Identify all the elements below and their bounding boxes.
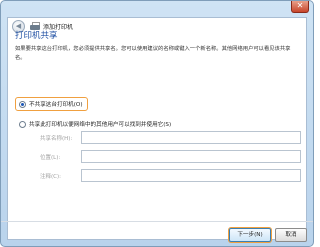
close-icon: ✕ [296, 1, 304, 10]
location-label: 位置(L): [40, 155, 61, 161]
next-button[interactable]: 下一步(N) [229, 228, 271, 242]
comment-input[interactable] [81, 169, 301, 182]
share-option[interactable]: 共享此打印机以便网络中的其他用户可以找到并使用它(S) [19, 120, 171, 128]
location-input[interactable] [81, 150, 301, 163]
page-title: 打印机共享 [15, 31, 58, 41]
close-button[interactable]: ✕ [291, 1, 309, 13]
no-share-radio[interactable] [19, 100, 26, 108]
no-share-label: 不共享这台打印机(O) [29, 102, 83, 108]
share-radio[interactable] [19, 120, 26, 128]
share-name-input[interactable] [81, 131, 301, 144]
footer-divider [1, 221, 313, 222]
title-bar: ✕ [1, 1, 313, 17]
comment-label: 注释(C): [40, 174, 61, 180]
share-label: 共享此打印机以便网络中的其他用户可以找到并使用它(S) [29, 122, 172, 128]
share-name-label: 共享名称(H): [40, 136, 73, 142]
cancel-button[interactable]: 取消 [275, 228, 307, 242]
intro-text: 如果要共享这台打印机，您必须提供共享名。您可以使用建议的名称或键入一个新名称。其… [15, 46, 291, 61]
no-share-option[interactable]: 不共享这台打印机(O) [15, 97, 88, 111]
wizard-window: ✕ ◀ 添加打印机 打印机共享 如果要共享这台打印机，您必须提供共享名。您可以使… [0, 0, 314, 247]
